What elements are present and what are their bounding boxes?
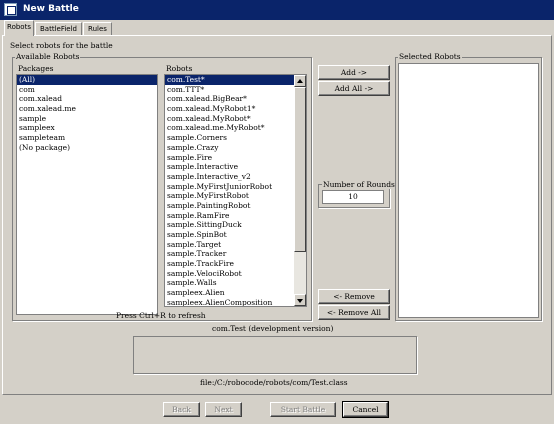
package-list-item[interactable]: sampleex [17, 123, 157, 133]
robot-list-item[interactable]: com.xalead.BigBear* [165, 94, 295, 104]
selected-robots-list[interactable] [398, 63, 539, 318]
robot-list-item[interactable]: sample.RamFire [165, 211, 295, 221]
robot-list-item[interactable]: sample.SpinBot [165, 230, 295, 240]
scroll-down-button[interactable] [294, 294, 306, 306]
scroll-thumb[interactable] [294, 87, 306, 252]
package-list-item[interactable]: sampleteam [17, 133, 157, 143]
rounds-input[interactable]: 10 [322, 190, 384, 204]
robot-list-item[interactable]: sampleex.AlienComposition [165, 298, 295, 306]
tab-robots-label: Robots [7, 23, 31, 31]
cancel-button[interactable]: Cancel [342, 401, 389, 418]
robots-vertical-scrollbar[interactable] [294, 75, 306, 306]
robot-list-item[interactable]: sample.Tracker [165, 249, 295, 259]
robot-list-item[interactable]: sampleex.Alien [165, 288, 295, 298]
remove-all-button[interactable]: <- Remove All [318, 305, 390, 320]
package-list-item[interactable]: com [17, 85, 157, 95]
refresh-hint: Press Ctrl+R to refresh [116, 311, 206, 320]
available-robots-label: Available Robots [15, 52, 81, 61]
back-button[interactable]: Back [163, 402, 200, 417]
robots-header: Robots [166, 64, 193, 73]
robot-list-item[interactable]: sample.Target [165, 240, 295, 250]
robot-list-item[interactable]: sample.Crazy [165, 143, 295, 153]
package-list-item[interactable]: (No package) [17, 143, 157, 153]
robot-list-item[interactable]: sample.SittingDuck [165, 220, 295, 230]
robot-list-item[interactable]: com.xalead.me.MyRobot* [165, 123, 295, 133]
robot-list-item[interactable]: sample.PaintingRobot [165, 201, 295, 211]
next-button[interactable]: Next [205, 402, 242, 417]
robot-file-path: file:/C:/robocode/robots/com/Test.class [200, 378, 348, 387]
robot-description-box [133, 336, 417, 374]
package-list-item[interactable]: com.xalead.me [17, 104, 157, 114]
robot-list-item[interactable]: sample.Walls [165, 278, 295, 288]
robot-list-item[interactable]: sample.Interactive [165, 162, 295, 172]
instruction-text: Select robots for the battle [10, 41, 113, 50]
start-battle-button[interactable]: Start Battle [270, 402, 336, 417]
tab-battlefield-label: BattleField [40, 25, 77, 33]
robot-list-item[interactable]: sample.MyFirstRobot [165, 191, 295, 201]
robot-list-item[interactable]: com.TTT* [165, 85, 295, 95]
title-bar[interactable]: New Battle [0, 0, 554, 20]
window-title: New Battle [23, 4, 79, 14]
arrow-down-icon [297, 299, 303, 303]
tab-robots[interactable]: Robots [4, 20, 34, 36]
robot-list-item[interactable]: sample.Corners [165, 133, 295, 143]
app-icon [4, 3, 17, 16]
rounds-label: Number of Rounds [322, 180, 396, 189]
robot-list-item[interactable]: sample.Interactive_v2 [165, 172, 295, 182]
robot-list-item[interactable]: com.xalead.MyRobot* [165, 114, 295, 124]
packages-header: Packages [18, 64, 54, 73]
robot-description-title: com.Test (development version) [212, 324, 334, 333]
robots-list[interactable]: com.Test* com.TTT* com.xalead.BigBear* com.… [164, 74, 307, 307]
arrow-up-icon [297, 79, 303, 83]
selected-robots-label: Selected Robots [398, 52, 462, 61]
tab-rules-label: Rules [88, 25, 107, 33]
robot-list-item[interactable]: sample.TrackFire [165, 259, 295, 269]
packages-list[interactable]: (All) com com.xalead com.xalead.me sample sam… [16, 74, 158, 315]
package-list-item[interactable]: (All) [17, 75, 157, 85]
scroll-up-button[interactable] [294, 75, 306, 87]
add-all-button[interactable]: Add All -> [318, 81, 390, 96]
package-list-item[interactable]: com.xalead [17, 94, 157, 104]
remove-button[interactable]: <- Remove [318, 289, 390, 304]
add-button[interactable]: Add -> [318, 65, 390, 80]
robot-list-item[interactable]: sample.MyFirstJuniorRobot [165, 182, 295, 192]
robot-list-item[interactable]: com.Test* [165, 75, 295, 85]
tab-battlefield[interactable]: BattleField [35, 22, 82, 35]
robot-list-item[interactable]: sample.Fire [165, 153, 295, 163]
robot-list-item[interactable]: sample.VelociRobot [165, 269, 295, 279]
robot-list-item[interactable]: com.xalead.MyRobot1* [165, 104, 295, 114]
tab-rules[interactable]: Rules [83, 22, 112, 35]
package-list-item[interactable]: sample [17, 114, 157, 124]
